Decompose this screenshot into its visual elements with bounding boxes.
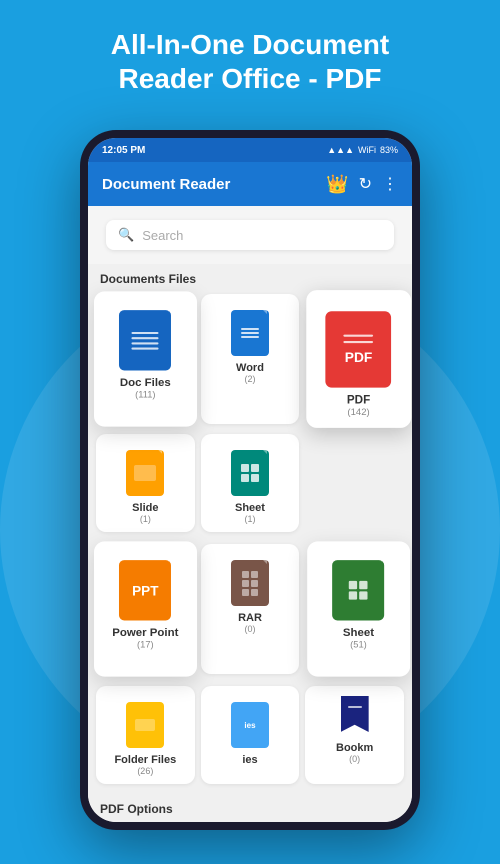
powerpoint-card[interactable]: PPT Power Point (17) xyxy=(94,541,197,676)
rar-card[interactable]: RAR (0) xyxy=(201,544,300,674)
app-bar-title: Document Reader xyxy=(102,176,230,193)
files-grid-row2: Slide (1) xyxy=(88,430,412,536)
phone-frame: 12:05 PM ▲▲▲ WiFi 83% Document Reader 👑 … xyxy=(80,130,420,830)
pdf-count: (142) xyxy=(348,407,370,418)
sheet-big-icon xyxy=(330,552,388,621)
slide-count: (1) xyxy=(140,514,151,524)
battery-icon: 83% xyxy=(380,145,398,155)
documents-section-header: Documents Files xyxy=(88,264,412,290)
slide-label: Slide xyxy=(132,502,158,514)
ppt-count: (17) xyxy=(137,639,154,649)
folder-count: (26) xyxy=(137,766,153,776)
folder-label: Folder Files xyxy=(114,754,176,766)
doc-files-label: Doc Files xyxy=(120,377,171,389)
ies-label: ies xyxy=(242,754,257,766)
pdf-options-header: PDF Options xyxy=(88,794,412,820)
pdf-card[interactable]: PDF PDF (142) xyxy=(307,290,412,428)
sheet-small-count: (1) xyxy=(244,514,255,524)
word-label: Word xyxy=(236,362,264,374)
bookmark-card[interactable]: Bookm (0) xyxy=(305,686,404,784)
sheet-small-icon xyxy=(228,444,272,496)
status-bar: 12:05 PM ▲▲▲ WiFi 83% xyxy=(88,138,412,162)
bookmark-icon xyxy=(339,696,371,736)
folder-icon xyxy=(123,696,167,748)
rar-label: RAR xyxy=(238,612,262,624)
status-time: 12:05 PM xyxy=(102,145,145,156)
sheet-grid-icon xyxy=(349,581,368,600)
search-placeholder: Search xyxy=(142,228,183,243)
app-title: All-In-One DocumentReader Office - PDF xyxy=(0,0,500,111)
more-icon[interactable]: ⋮ xyxy=(382,174,398,194)
bookmark-count: (0) xyxy=(349,754,360,764)
files-grid-row3: PPT Power Point (17) xyxy=(88,540,412,678)
files-grid-row4: Folder Files (26) ies ies xyxy=(88,682,412,788)
sheet-big-count: (51) xyxy=(350,639,367,649)
search-bar[interactable]: 🔍 Search xyxy=(106,220,394,250)
ies-card[interactable]: ies ies xyxy=(201,686,300,784)
files-grid-row1: Doc Files (111) Word xyxy=(88,290,412,428)
phone-mockup: 12:05 PM ▲▲▲ WiFi 83% Document Reader 👑 … xyxy=(80,130,420,830)
word-count: (2) xyxy=(244,374,255,384)
ppt-label: Power Point xyxy=(112,627,178,639)
scroll-content: Documents Files xyxy=(88,264,412,822)
sheet-small-label: Sheet xyxy=(235,502,265,514)
empty-cell-1 xyxy=(305,434,404,532)
signal-icon: ▲▲▲ xyxy=(327,145,354,155)
ppt-icon: PPT xyxy=(116,552,174,621)
phone-screen: 12:05 PM ▲▲▲ WiFi 83% Document Reader 👑 … xyxy=(88,138,412,822)
grid-icon xyxy=(241,464,259,482)
sheet-small-card[interactable]: Sheet (1) xyxy=(201,434,300,532)
rar-icon xyxy=(228,554,272,606)
pdf-label: PDF xyxy=(347,394,370,407)
bookmark-label: Bookm xyxy=(336,742,373,754)
rar-count: (0) xyxy=(244,624,255,634)
word-card[interactable]: Word (2) xyxy=(201,294,300,424)
folder-card[interactable]: Folder Files (26) xyxy=(96,686,195,784)
pdf-icon: PDF xyxy=(322,301,396,388)
slide-card[interactable]: Slide (1) xyxy=(96,434,195,532)
status-icons: ▲▲▲ WiFi 83% xyxy=(327,145,398,155)
refresh-icon[interactable]: ↻ xyxy=(359,174,372,194)
pdf-options-grid: Image to Aa Text to xyxy=(88,820,412,822)
wifi-icon: WiFi xyxy=(358,145,376,155)
doc-files-count: (111) xyxy=(135,389,155,399)
crown-icon[interactable]: 👑 xyxy=(326,174,348,195)
sheet-big-label: Sheet xyxy=(343,627,374,639)
search-icon: 🔍 xyxy=(118,227,134,243)
doc-files-card[interactable]: Doc Files (111) xyxy=(94,291,197,426)
doc-files-icon xyxy=(116,302,174,371)
pdf-corner xyxy=(380,301,391,312)
app-bar: Document Reader 👑 ↻ ⋮ xyxy=(88,162,412,206)
slide-icon xyxy=(123,444,167,496)
app-bar-icons: 👑 ↻ ⋮ xyxy=(326,174,398,195)
ies-icon: ies xyxy=(228,696,272,748)
word-icon xyxy=(228,304,272,356)
sheet-big-card[interactable]: Sheet (51) xyxy=(308,541,411,676)
